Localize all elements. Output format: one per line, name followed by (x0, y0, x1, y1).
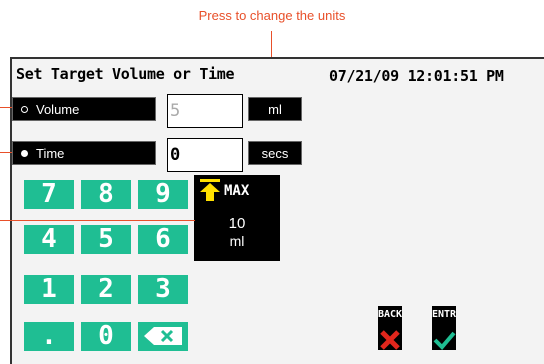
key-decimal[interactable]: . (24, 322, 74, 351)
max-unit: ml (229, 233, 245, 249)
volume-unit-label: ml (268, 101, 282, 117)
volume-radio-icon (21, 105, 28, 113)
time-radio-icon (21, 149, 28, 157)
key-2[interactable]: 2 (81, 275, 131, 304)
backspace-key[interactable] (138, 322, 188, 351)
keypad-pointer-line (0, 220, 195, 221)
check-icon (433, 331, 456, 350)
enter-button[interactable]: ENTR (432, 306, 456, 350)
time-label: Time (36, 145, 65, 161)
key-0[interactable]: 0 (81, 322, 131, 351)
key-3[interactable]: 3 (138, 275, 188, 304)
key-5[interactable]: 5 (81, 225, 131, 254)
volume-mode-button[interactable]: Volume (12, 97, 156, 121)
back-button[interactable]: BACK (378, 306, 402, 350)
volume-pointer-line (0, 107, 12, 108)
volume-unit-button[interactable]: ml (248, 97, 302, 121)
back-label: BACK (378, 309, 403, 320)
volume-label: Volume (36, 101, 80, 117)
key-8[interactable]: 8 (81, 180, 131, 209)
device-screen: Set Target Volume or Time 07/21/09 12:01… (10, 57, 544, 364)
cancel-x-icon (380, 330, 400, 350)
key-1[interactable]: 1 (24, 275, 74, 304)
datetime-display: 07/21/09 12:01:51 PM (329, 67, 504, 85)
key-9[interactable]: 9 (138, 180, 188, 209)
enter-label: ENTR (432, 309, 457, 320)
key-6[interactable]: 6 (138, 225, 188, 254)
key-4[interactable]: 4 (24, 225, 74, 254)
max-value: 10 (228, 215, 246, 232)
backspace-icon (144, 327, 182, 345)
time-input[interactable]: 0 (167, 138, 243, 172)
screen-title: Set Target Volume or Time (16, 65, 235, 83)
key-7[interactable]: 7 (24, 180, 74, 209)
max-arrow-icon (200, 179, 220, 201)
time-mode-button[interactable]: Time (12, 141, 156, 165)
volume-input[interactable]: 5 (167, 94, 243, 128)
time-unit-label: secs (261, 145, 289, 161)
time-unit-button[interactable]: secs (248, 141, 302, 165)
time-pointer-line (0, 152, 12, 153)
max-button[interactable]: MAX 10 ml (194, 175, 280, 261)
units-callout: Press to change the units (198, 8, 346, 23)
max-label: MAX (224, 183, 250, 199)
